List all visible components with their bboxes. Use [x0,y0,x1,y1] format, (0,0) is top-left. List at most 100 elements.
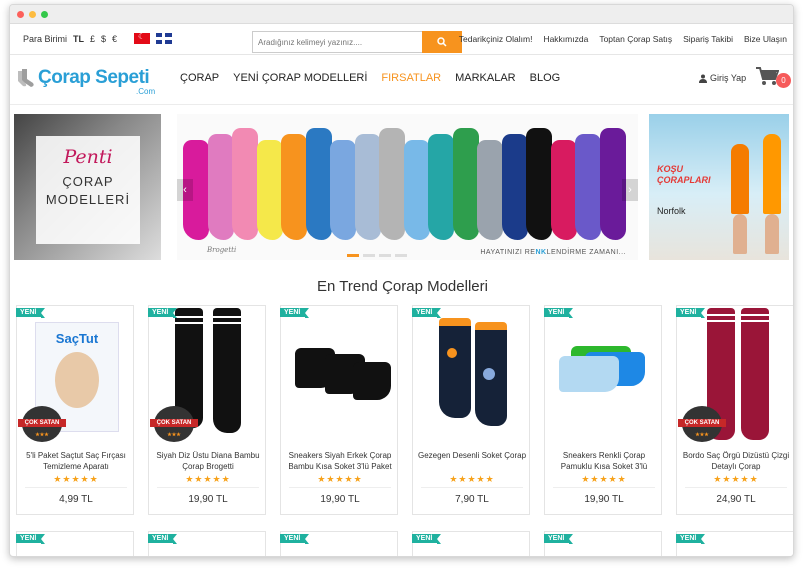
divider [421,487,523,488]
product-rating-stars: ★★★★★ [713,474,759,484]
product-price: 19,90 TL [584,494,624,505]
slider-sock [550,140,577,240]
search-button[interactable] [422,31,462,53]
product-name[interactable]: 5'li Paket Saçtut Saç Fırçası Temizleme … [19,450,133,472]
slider-next-button[interactable]: › [622,179,638,201]
new-badge: YENİ [148,308,178,318]
user-icon [699,74,707,83]
best-seller-badge: ÇOK SATAN ★★★ [18,406,66,442]
link-order-tracking[interactable]: Sipariş Takibi [683,34,733,44]
slider-sock [379,128,405,240]
slider-sock [354,134,381,240]
product-name[interactable]: Sneakers Siyah Erkek Çorap Bambu Kısa So… [283,450,397,472]
search-input[interactable] [252,31,422,53]
product-name[interactable]: Gezegen Desenli Soket Çorap [415,450,529,461]
slider-sock [330,140,356,240]
divider [289,487,391,488]
running-socks-banner[interactable]: KOŞU ÇORAPLARI Norfolk [649,114,789,260]
slider-dot[interactable] [363,254,375,257]
product-rating-stars: ★★★★★ [185,474,231,484]
section-title: En Trend Çorap Modelleri [317,278,488,295]
product-card[interactable]: YENİ [148,531,266,556]
slider-sock [305,128,332,240]
menu-item-blog[interactable]: BLOG [530,72,561,84]
product-card[interactable]: YENİ Gezegen Desenli Soket Çorap ★★★★★ 7,90… [412,305,530,515]
cart-button[interactable]: 0 [755,66,791,90]
site-logo[interactable]: Çorap Sepeti .Com [16,67,155,96]
product-rating-stars: ★★★★★ [581,474,627,484]
window-titlebar [10,5,793,24]
close-window-button[interactable] [17,10,24,18]
link-about[interactable]: Hakkımızda [543,34,588,44]
new-badge: YENİ [544,534,574,544]
product-card[interactable]: YENİ [412,531,530,556]
product-image[interactable] [287,308,393,446]
product-price: 4,99 TL [59,494,93,505]
product-name[interactable]: Sneakers Renkli Çorap Pamuklu Kısa Soket… [547,450,661,472]
login-link[interactable]: Giriş Yap [699,73,746,83]
main-nav: Çorap Sepeti .Com ÇORAP YENİ ÇORAP MODEL… [10,55,793,105]
currency-gbp[interactable]: £ [90,34,95,44]
product-rating-stars: ★★★★★ [53,474,99,484]
hero-slider[interactable]: ‹ › Brogetti HAYATINIZI RENKLENDİRME ZAM… [177,114,638,260]
link-supplier[interactable]: Tedarikçiniz Olalım! [459,34,533,44]
login-label: Giriş Yap [710,73,747,83]
product-card[interactable]: YENİ [280,531,398,556]
main-menu: ÇORAP YENİ ÇORAP MODELLERİ FIRSATLAR MAR… [180,72,560,84]
currency-eur[interactable]: € [112,34,117,44]
product-card[interactable]: YENİ ÇOK SATAN ★★★ Siyah Diz Üstu Diana Bam… [148,305,266,515]
link-contact[interactable]: Bize Ulaşın [744,34,787,44]
product-card[interactable]: YENİ [676,531,793,556]
search-bar [252,31,462,53]
product-card[interactable]: YENİ Sneakers Siyah Erkek Çorap Bambu Kıs… [280,305,398,515]
new-badge: YENİ [148,534,178,544]
slider-dot[interactable] [347,254,359,257]
product-card[interactable]: YENİ SaçTut ÇOK SATAN ★★★ 5'li Paket Saçtut … [16,305,134,515]
divider [25,487,127,488]
link-wholesale[interactable]: Toptan Çorap Satış [599,34,672,44]
turkish-flag-icon[interactable] [134,32,150,44]
product-price: 24,90 TL [716,494,756,505]
language-selector [134,32,172,44]
slider-dot[interactable] [395,254,407,257]
product-image[interactable] [551,308,657,446]
runner-title: KOŞU ÇORAPLARI [657,164,711,185]
product-card[interactable]: YENİ ÇOK SATAN ★★★ Bordo Saç Örgü Dizüstü Ç… [676,305,793,515]
slider-prev-button[interactable]: ‹ [177,179,193,201]
minimize-window-button[interactable] [29,10,36,18]
currency-usd[interactable]: $ [101,34,106,44]
english-flag-icon[interactable] [156,33,172,44]
menu-item-corap[interactable]: ÇORAP [180,72,219,84]
slider-caption: HAYATINIZI RENKLENDİRME ZAMANI... [480,249,626,256]
divider [553,487,655,488]
logo-text: Çorap Sepeti [38,67,150,88]
slider-sock [256,140,283,240]
new-badge: YENİ [412,308,442,318]
product-card[interactable]: YENİ [16,531,134,556]
slider-sock [477,140,503,240]
product-card[interactable]: YENİ [544,531,662,556]
slider-sock [428,134,454,240]
maximize-window-button[interactable] [41,10,48,18]
product-name[interactable]: Siyah Diz Üstu Diana Bambu Çorap Brogett… [151,450,265,472]
cart-icon [756,67,780,85]
product-name[interactable]: Bordo Saç Örgü Dizüstü Çizgi Detaylı Çor… [679,450,793,472]
best-seller-badge: ÇOK SATAN ★★★ [150,406,198,442]
currency-tl[interactable]: TL [73,34,84,44]
menu-item-deals[interactable]: FIRSATLAR [381,72,441,84]
new-badge: YENİ [16,308,46,318]
product-image[interactable] [419,308,525,446]
slider-dot[interactable] [379,254,391,257]
currency-selector: Para Birimi TL £ $ € [23,34,117,44]
new-badge: YENİ [412,534,442,544]
product-rating-stars: ★★★★★ [317,474,363,484]
search-icon [437,37,447,47]
slider-sock [207,134,234,240]
menu-item-brands[interactable]: MARKALAR [455,72,516,84]
sock-logo-icon [18,69,34,87]
menu-item-new-models[interactable]: YENİ ÇORAP MODELLERİ [233,72,367,84]
product-card[interactable]: YENİ Sneakers Renkli Çorap Pamuklu Kısa S… [544,305,662,515]
slider-brand: Brogetti [207,246,237,254]
penti-banner[interactable]: Penti ÇORAP MODELLERİ [14,114,161,260]
slider-sock [232,128,258,240]
